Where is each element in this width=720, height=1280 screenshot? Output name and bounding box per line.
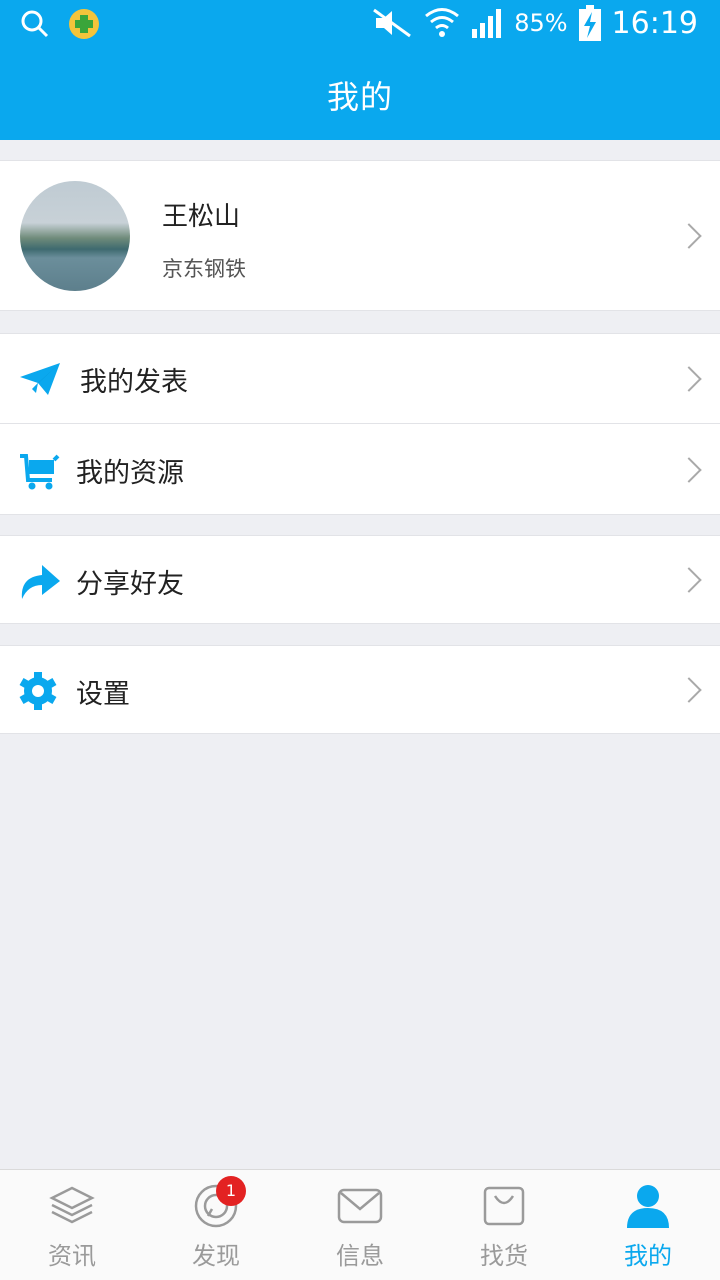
menu-item-label: 我的发表 [80,367,188,398]
mail-icon [337,1188,383,1224]
chevron-right-icon [676,223,702,249]
chevron-right-icon [676,457,702,483]
notification-badge: 1 [216,1176,246,1206]
avatar [20,181,130,291]
profile-name: 王松山 [162,202,241,232]
menu-item-resources[interactable]: 我的资源 [0,425,720,514]
divider [0,423,720,424]
layers-icon [49,1186,95,1224]
search-icon [21,10,49,38]
page-title: 我的 [326,78,393,116]
chevron-right-icon [676,567,702,593]
tab-label: 我的 [624,1242,672,1270]
gear-icon [19,672,57,710]
bottom-nav: 资讯 发现 信息 找货 我的 [0,1169,720,1280]
status-bar: 85% 16:19 [0,0,720,48]
tab-me[interactable]: 我的 [576,1170,720,1280]
cart-icon [20,454,60,490]
menu-group-2: 分享好友 [0,535,720,624]
profile-company: 京东钢铁 [162,257,246,281]
tab-messages[interactable]: 信息 [288,1170,432,1280]
share-arrow-icon [21,565,60,599]
wifi-icon [425,8,460,37]
battery-percent: 85% [514,9,568,37]
menu-item-label: 我的资源 [76,458,184,489]
bag-icon [483,1186,525,1226]
mute-icon [373,8,412,38]
clock: 16:19 [611,5,698,41]
menu-item-label: 设置 [76,679,130,710]
menu-item-settings[interactable]: 设置 [0,646,720,733]
signal-icon [472,9,502,38]
tab-news[interactable]: 资讯 [0,1170,144,1280]
menu-group-3: 设置 [0,645,720,734]
paper-plane-icon [20,363,60,395]
chevron-right-icon [676,677,702,703]
tab-find-goods[interactable]: 找货 [432,1170,576,1280]
tab-label: 信息 [336,1242,384,1270]
menu-item-share[interactable]: 分享好友 [0,536,720,623]
user-icon [627,1185,669,1228]
menu-group-1: 我的发表 我的资源 [0,333,720,515]
tab-label: 资讯 [48,1242,96,1270]
profile-card[interactable]: 王松山 京东钢铁 [0,160,720,311]
menu-item-posts[interactable]: 我的发表 [0,334,720,423]
app-security-icon [69,9,99,39]
tab-label: 发现 [192,1242,240,1270]
tab-label: 找货 [480,1242,528,1270]
top-bar: 85% 16:19 我的 [0,0,720,140]
battery-charging-icon [578,5,601,41]
chevron-right-icon [676,366,702,392]
menu-item-label: 分享好友 [76,569,184,600]
